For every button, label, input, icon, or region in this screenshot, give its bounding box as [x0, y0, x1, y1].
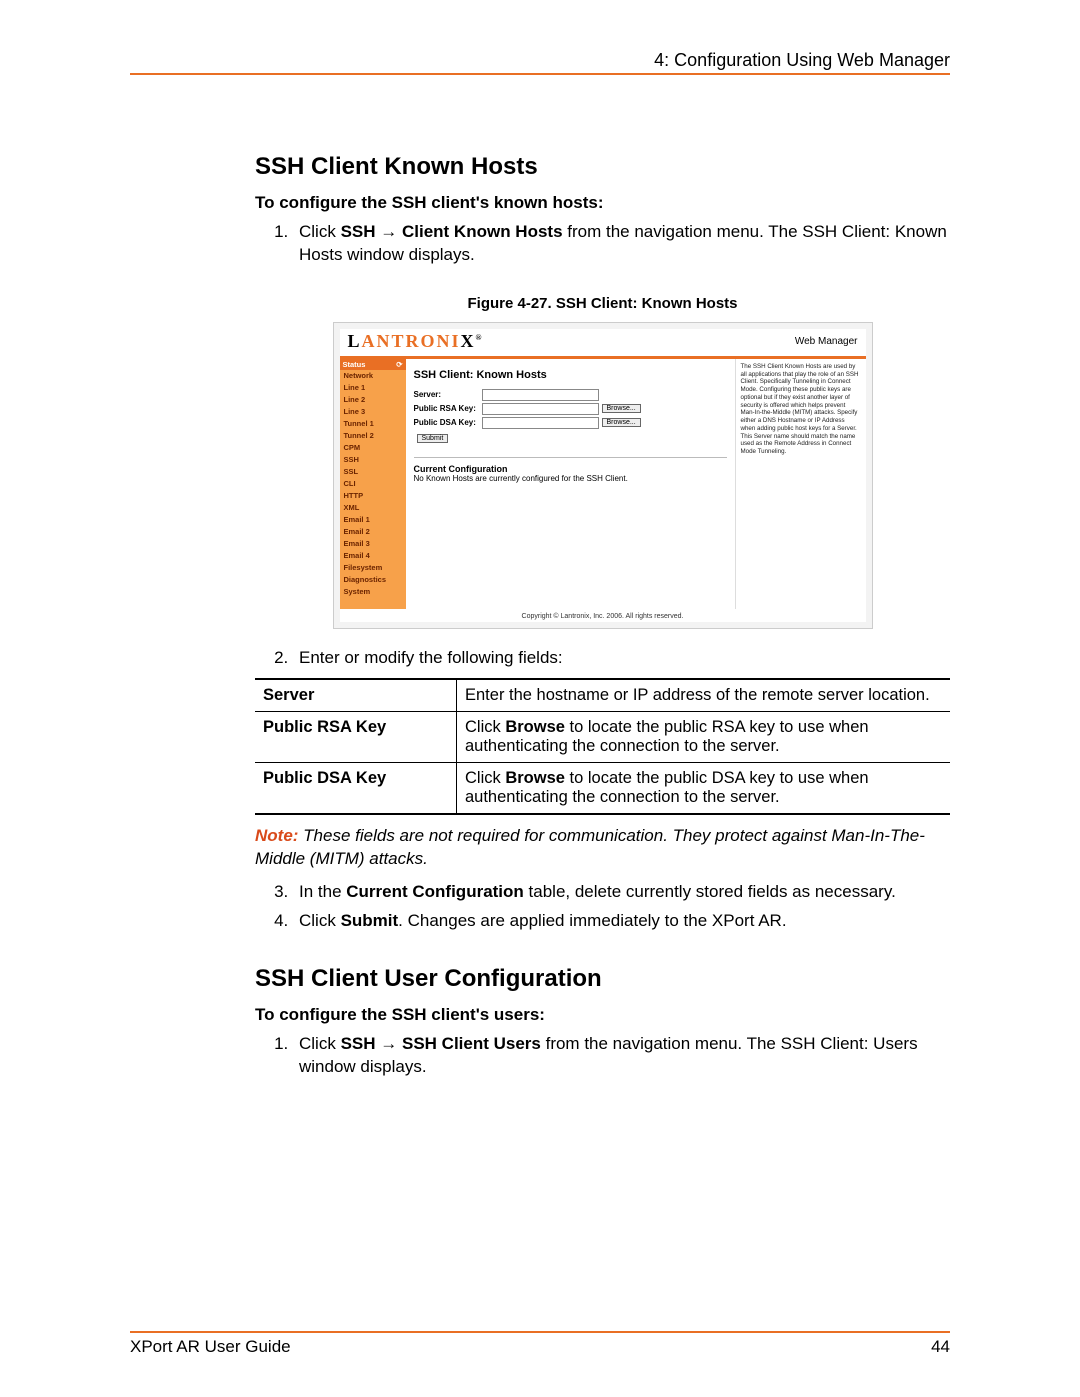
sidebar-nav: Status ⟳ Network Line 1 Line 2 Line 3 Tu…	[340, 359, 406, 609]
logo: LANTRONIX®	[348, 331, 484, 352]
step-3: In the Current Configuration table, dele…	[293, 881, 950, 904]
nav-line3[interactable]: Line 3	[340, 406, 406, 418]
nav-network[interactable]: Network	[340, 370, 406, 382]
rsa-browse-button[interactable]: Browse...	[602, 404, 641, 413]
figure-screenshot: LANTRONIX® Web Manager Status ⟳ Network …	[333, 322, 873, 629]
current-config-heading: Current Configuration	[414, 464, 727, 474]
section2-steps: Click SSH → SSH Client Users from the na…	[255, 1033, 950, 1079]
panel-title: SSH Client: Known Hosts	[414, 369, 727, 381]
dsa-input[interactable]	[482, 417, 599, 429]
field-name: Public RSA Key	[255, 711, 457, 762]
section1-steps-cont: Enter or modify the following fields:	[255, 647, 950, 670]
step-1: Click SSH → Client Known Hosts from the …	[293, 221, 950, 267]
fields-table: Server Enter the hostname or IP address …	[255, 678, 950, 815]
field-desc: Enter the hostname or IP address of the …	[457, 679, 951, 712]
nav-email2[interactable]: Email 2	[340, 526, 406, 538]
dsa-browse-button[interactable]: Browse...	[602, 418, 641, 427]
refresh-icon[interactable]: ⟳	[396, 360, 402, 369]
header-chapter: 4: Configuration Using Web Manager	[130, 50, 950, 75]
no-hosts-message: No Known Hosts are currently configured …	[414, 474, 727, 483]
nav-cpm[interactable]: CPM	[340, 442, 406, 454]
nav-http[interactable]: HTTP	[340, 490, 406, 502]
table-row: Public DSA Key Click Browse to locate th…	[255, 762, 950, 814]
page-footer: XPort AR User Guide 44	[130, 1331, 950, 1357]
submit-button[interactable]: Submit	[417, 434, 449, 443]
screenshot-footer: Copyright © Lantronix, Inc. 2006. All ri…	[340, 609, 866, 622]
step-2: Enter or modify the following fields:	[293, 647, 950, 670]
section1-title: SSH Client Known Hosts	[255, 153, 950, 181]
nav-line1[interactable]: Line 1	[340, 382, 406, 394]
nav-tunnel2[interactable]: Tunnel 2	[340, 430, 406, 442]
web-manager-label: Web Manager	[795, 336, 858, 347]
section1-subhead: To configure the SSH client's known host…	[255, 193, 950, 213]
nav-diagnostics[interactable]: Diagnostics	[340, 574, 406, 586]
section1-steps-cont2: In the Current Configuration table, dele…	[255, 881, 950, 933]
field-desc: Click Browse to locate the public RSA ke…	[457, 711, 951, 762]
table-row: Public RSA Key Click Browse to locate th…	[255, 711, 950, 762]
server-input[interactable]	[482, 389, 599, 401]
figure-caption: Figure 4-27. SSH Client: Known Hosts	[255, 295, 950, 312]
table-row: Server Enter the hostname or IP address …	[255, 679, 950, 712]
help-panel: The SSH Client Known Hosts are used by a…	[735, 359, 866, 609]
note: Note: These fields are not required for …	[255, 825, 950, 871]
nav-xml[interactable]: XML	[340, 502, 406, 514]
nav-system[interactable]: System	[340, 586, 406, 598]
dsa-label: Public DSA Key:	[414, 418, 482, 427]
field-name: Public DSA Key	[255, 762, 457, 814]
nav-email1[interactable]: Email 1	[340, 514, 406, 526]
field-desc: Click Browse to locate the public DSA ke…	[457, 762, 951, 814]
rsa-label: Public RSA Key:	[414, 404, 482, 413]
nav-cli[interactable]: CLI	[340, 478, 406, 490]
nav-tunnel1[interactable]: Tunnel 1	[340, 418, 406, 430]
nav-email3[interactable]: Email 3	[340, 538, 406, 550]
section2-subhead: To configure the SSH client's users:	[255, 1005, 950, 1025]
step-1: Click SSH → SSH Client Users from the na…	[293, 1033, 950, 1079]
section2-title: SSH Client User Configuration	[255, 965, 950, 993]
nav-line2[interactable]: Line 2	[340, 394, 406, 406]
rsa-input[interactable]	[482, 403, 599, 415]
step-4: Click Submit. Changes are applied immedi…	[293, 910, 950, 933]
nav-email4[interactable]: Email 4	[340, 550, 406, 562]
nav-ssl[interactable]: SSL	[340, 466, 406, 478]
guide-name: XPort AR User Guide	[130, 1337, 291, 1357]
nav-ssh[interactable]: SSH	[340, 454, 406, 466]
server-label: Server:	[414, 390, 482, 399]
nav-status[interactable]: Status ⟳	[340, 359, 406, 370]
section1-steps: Click SSH → Client Known Hosts from the …	[255, 221, 950, 267]
nav-filesystem[interactable]: Filesystem	[340, 562, 406, 574]
field-name: Server	[255, 679, 457, 712]
page-number: 44	[931, 1337, 950, 1357]
